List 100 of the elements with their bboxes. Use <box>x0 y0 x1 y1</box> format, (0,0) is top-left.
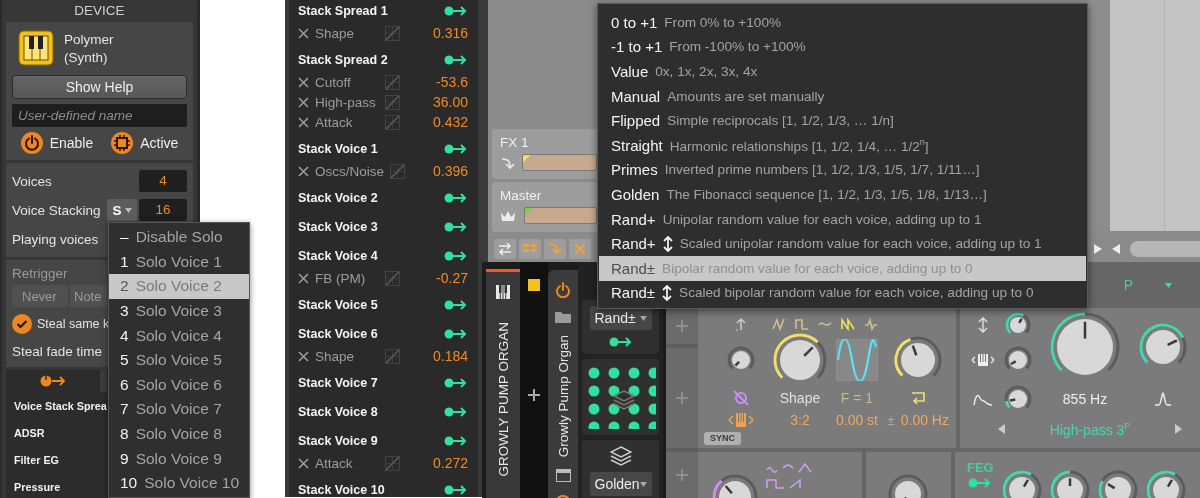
waveform-display <box>836 339 878 381</box>
menu-item[interactable]: 5 Solo Voice 5 <box>109 347 249 373</box>
menu-item[interactable]: Primes Inverted prime numbers [1, 1/2, 1/3, 1/5, 1/7, 1/11…] <box>599 157 1086 183</box>
menu-item[interactable]: Rand+ Scaled unipolar random value for each voice, adding up to 1 <box>599 231 1086 256</box>
menu-item[interactable]: Value 0x, 1x, 2x, 3x, 4x <box>599 59 1086 84</box>
remove-icon[interactable] <box>298 27 309 39</box>
item-number: 8 <box>120 425 129 444</box>
sync-icon[interactable] <box>732 389 750 407</box>
waveform-icon[interactable] <box>864 317 878 331</box>
play-left-icon[interactable] <box>1112 243 1120 254</box>
fader[interactable] <box>524 207 597 224</box>
menu-item[interactable]: – Disable Solo <box>109 225 249 250</box>
menu-item[interactable]: 4 Solo Voice 4 <box>109 323 249 348</box>
menu-item[interactable]: 9 Solo Voice 9 <box>109 446 249 471</box>
next-icon[interactable] <box>1175 424 1182 434</box>
scrollbar[interactable] <box>1130 240 1200 257</box>
remove-icon[interactable] <box>298 350 309 362</box>
menu-item[interactable]: Manual Amounts are set manually <box>599 83 1086 109</box>
caret-icon <box>1165 282 1172 288</box>
knob[interactable] <box>1097 470 1138 498</box>
target-name: Attack <box>315 114 354 130</box>
up-arrow-icon <box>735 317 747 331</box>
waveform-icon[interactable] <box>772 317 786 331</box>
mapping-icon[interactable] <box>390 163 406 179</box>
item-number: – <box>120 228 129 247</box>
menu-item[interactable]: 10 Solo Voice 10 <box>109 470 249 496</box>
remove-icon[interactable] <box>298 272 309 284</box>
voices-field[interactable]: 4 <box>139 170 187 192</box>
menu-item[interactable]: Straight Harmonic relationships [1, 1/2, 1/4, … 1/2$^{n}$] <box>599 132 1086 158</box>
menu-item[interactable]: -1 to +1 From -100% to +100% <box>599 34 1086 60</box>
mode-dropdown[interactable]: S <box>107 199 137 221</box>
waveform-icon[interactable] <box>795 317 809 331</box>
piano-icon[interactable] <box>495 284 511 300</box>
remove-icon[interactable] <box>298 96 309 108</box>
item-number: 1 <box>120 252 129 271</box>
window-icon[interactable] <box>555 469 571 483</box>
stacking-field[interactable]: 16 <box>139 199 187 221</box>
menu-item[interactable]: 2 Solo Voice 2 <box>109 274 249 299</box>
help-button[interactable]: Show Help <box>12 75 187 99</box>
arrow-icon <box>608 336 633 348</box>
add-icon[interactable] <box>527 387 541 402</box>
menu-item[interactable]: Rand+ Unipolar random value for each voice, adding up to 1 <box>599 206 1086 232</box>
chip-toggle[interactable]: Active <box>111 132 179 154</box>
arrow-icon <box>444 5 468 17</box>
modulator-name[interactable]: ADSR <box>14 426 45 439</box>
item-description: Scaled bipolar random value for each voice, adding up to 0 <box>679 285 1034 301</box>
folder-icon[interactable] <box>555 310 571 323</box>
target-value: 0.316 <box>431 25 468 41</box>
waveform-icon[interactable] <box>841 317 855 331</box>
mapping-icon[interactable] <box>385 455 400 471</box>
mapping-icon[interactable] <box>385 74 400 90</box>
checkbox[interactable] <box>12 314 32 334</box>
ratio-value: 3:2 <box>790 412 810 428</box>
menu-item[interactable]: 0 to +1 From 0% to +100% <box>599 10 1086 35</box>
mapping-icon[interactable] <box>385 270 400 286</box>
menu-item[interactable]: 7 Solo Voice 7 <box>109 397 249 422</box>
sync-badge[interactable]: SYNC <box>704 431 741 445</box>
piano-icon <box>18 30 54 66</box>
arrow-icon <box>444 377 468 389</box>
item-description: Inverted prime numbers [1, 1/2, 1/3, 1/5, 1/7, 1/11…] <box>664 162 980 178</box>
remove-icon[interactable] <box>298 116 309 128</box>
power-icon[interactable] <box>555 282 571 298</box>
mode-dropdown[interactable]: Golden <box>589 472 652 496</box>
mapping-icon[interactable] <box>385 114 400 130</box>
item-number: 9 <box>120 449 129 468</box>
menu-item[interactable]: 1 Solo Voice 1 <box>109 249 249 275</box>
remove-icon[interactable] <box>298 457 309 469</box>
keyboard-icon <box>971 353 995 367</box>
knob[interactable] <box>1145 470 1186 498</box>
item-label: Rand+ <box>611 210 656 228</box>
item-label: Solo Voice 7 <box>135 400 222 419</box>
power-toggle[interactable]: Enable <box>20 132 94 154</box>
device-name: Growly Pump Organ <box>555 335 571 458</box>
name-field[interactable]: User-defined name <box>12 104 187 127</box>
menu-item[interactable]: 6 Solo Voice 6 <box>109 372 249 398</box>
menu-item[interactable]: 8 Solo Voice 8 <box>109 421 249 447</box>
menu-item[interactable]: Rand± Bipolar random value for each voice, adding up to 0 <box>599 255 1086 281</box>
menu-item[interactable]: 3 Solo Voice 3 <box>109 298 249 324</box>
previous-icon[interactable] <box>998 424 1005 434</box>
swap-arrows-icon[interactable] <box>497 240 513 257</box>
modulator-name[interactable]: Filter EG <box>14 453 59 466</box>
target-value: 0.272 <box>431 455 468 471</box>
mapping-icon[interactable] <box>385 25 400 41</box>
arrow-icon <box>444 299 468 311</box>
modulator-name[interactable]: Voice Stack Sprea <box>14 399 107 412</box>
remove-icon[interactable] <box>298 76 309 88</box>
modulator-name[interactable]: Pressure <box>14 480 61 493</box>
remove-icon[interactable] <box>298 165 309 177</box>
menu-item[interactable]: Flipped Simple reciprocals [1, 1/2, 1/3, … 1/n] <box>599 108 1086 133</box>
mapping-icon[interactable] <box>385 94 400 110</box>
knob[interactable] <box>1049 470 1090 498</box>
fader[interactable] <box>522 154 597 171</box>
track-name: FX 1 <box>500 135 530 150</box>
knob[interactable] <box>1001 470 1042 498</box>
play-right-icon[interactable] <box>1094 243 1102 254</box>
menu-item[interactable]: Rand± Scaled bipolar random value for each voice, adding up to 0 <box>599 280 1086 306</box>
menu-item[interactable]: Golden The Fibonacci sequence [1, 1/2, 1/3, 1/5, 1/8, 1/13…] <box>599 182 1086 207</box>
envelope-label: FEG <box>967 460 994 475</box>
loop-icon[interactable] <box>910 391 926 405</box>
mapping-icon[interactable] <box>385 348 400 364</box>
